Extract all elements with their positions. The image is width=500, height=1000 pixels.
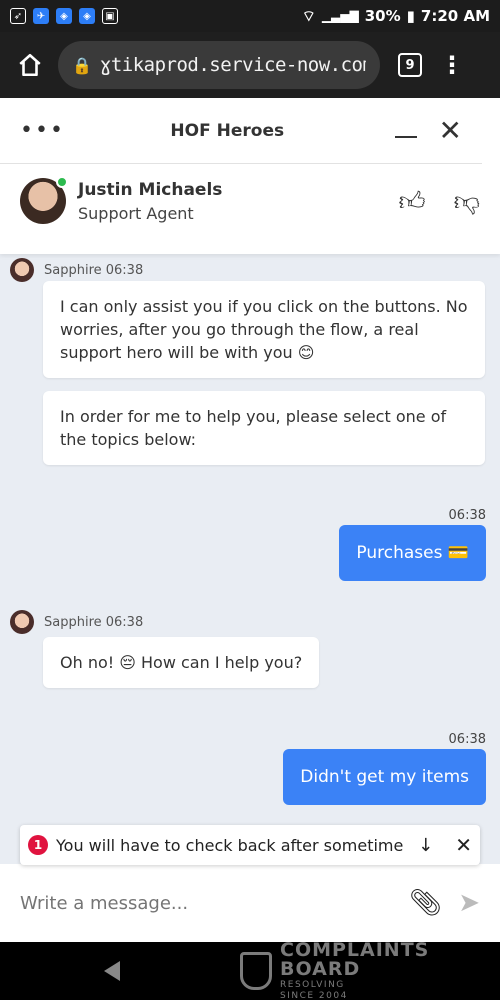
battery-icon: ▮ [406,7,415,25]
battery-level: 30% [364,7,401,25]
shield-logo-icon [240,952,272,990]
home-icon [19,53,41,77]
agent-avatar [20,176,68,224]
unread-count-badge: 1 [28,835,48,855]
message-composer: 📎︎ ➤ [0,864,500,942]
thumbs-down-icon[interactable]: 👎︎ [454,186,480,217]
watermark-logo: COMPLAINTS BOARD RESOLVING SINCE 2004 [240,941,429,1000]
bot-message: I can only assist you if you click on th… [43,281,485,378]
image-icon: ▣ [102,8,118,24]
wifi-icon: ⌔ [301,6,316,25]
tab-switcher-button[interactable]: 9 [398,53,422,77]
url-bar[interactable]: 🔒 ɣtikaprod.service-now.com [58,41,380,89]
agent-role: Support Agent [78,203,194,223]
notification-banner[interactable]: 1 You will have to check back after some… [20,825,480,865]
bot-message: Oh no! 😔 How can I help you? [43,637,320,688]
status-bar: ➶ ✈ ◈ ◈ ▣ ⌔ ▁▃▅▇ 30% ▮ 7:20 AM [0,0,500,32]
close-icon[interactable]: ✕ [455,833,472,857]
chat-window: ••• HOF Heroes ✕ Justin Michaels Support… [0,98,500,942]
user-message: Purchases 💳 [339,525,486,581]
notification-text: You will have to check back after someti… [56,835,404,855]
app-icon: ✈ [33,8,49,24]
bot-avatar [10,610,34,634]
agent-name: Justin Michaels [78,179,223,200]
more-options-icon[interactable]: ••• [20,118,63,143]
lock-icon: 🔒 [72,55,92,75]
message-time: 06:38 [448,508,486,523]
shield-icon: ◈ [79,8,95,24]
arrow-down-icon[interactable]: ↓ [418,835,433,856]
shield-icon: ◈ [56,8,72,24]
paperclip-icon[interactable]: 📎︎ [409,888,442,918]
message-sender: Sapphire 06:38 [10,610,143,634]
browser-toolbar: 🔒 ɣtikaprod.service-now.com 9 ⋮ [0,32,500,98]
rocket-icon: ➶ [10,8,26,24]
online-indicator [56,176,68,188]
bot-message: In order for me to help you, please sele… [43,391,485,465]
system-nav-bar: COMPLAINTS BOARD RESOLVING SINCE 2004 [0,941,500,1000]
overflow-menu-icon[interactable]: ⋮ [440,53,464,77]
message-sender: Sapphire 06:38 [10,258,143,282]
message-time: 06:38 [448,732,486,747]
back-icon[interactable] [104,961,120,981]
close-icon[interactable]: ✕ [439,116,462,145]
url-text: ɣtikaprod.service-now.com [99,54,366,76]
home-button[interactable] [12,47,48,83]
message-input[interactable] [20,892,410,914]
clock: 7:20 AM [420,7,490,25]
chat-header: ••• HOF Heroes ✕ Justin Michaels Support… [0,98,500,254]
chat-title: HOF Heroes [170,120,285,141]
signal-icon: ▁▃▅▇ [321,9,359,23]
thumbs-up-icon[interactable]: 👍︎ [398,186,425,217]
minimize-icon[interactable] [394,135,417,138]
bot-avatar [10,258,34,282]
send-icon[interactable]: ➤ [458,888,480,918]
user-message: Didn't get my items [283,749,486,805]
